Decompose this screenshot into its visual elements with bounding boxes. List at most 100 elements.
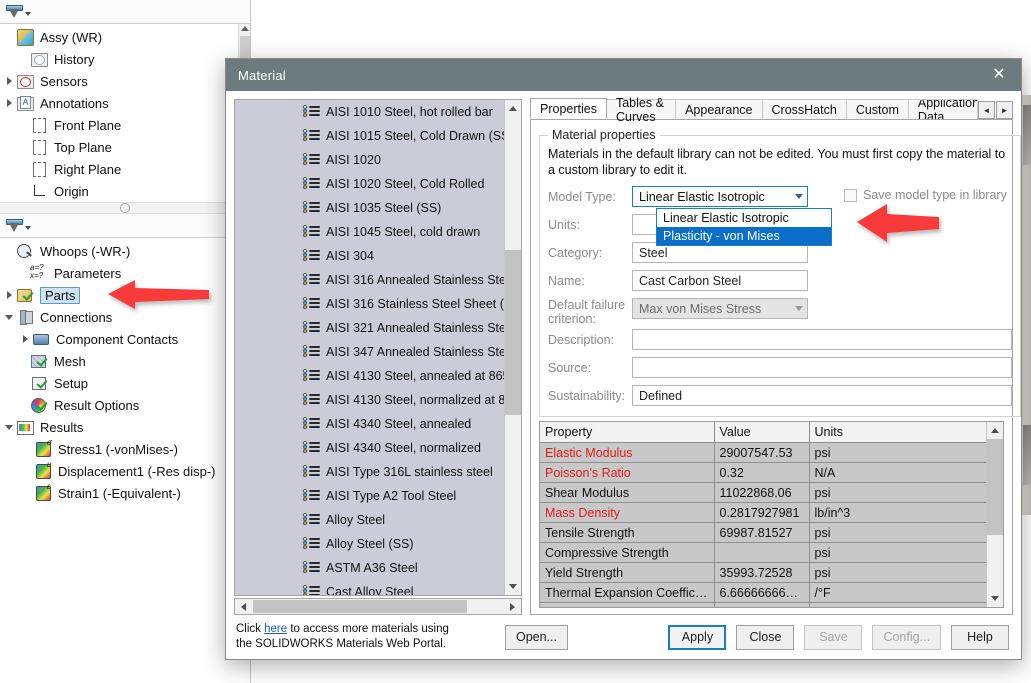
materials-web-portal-link[interactable]: here: [264, 623, 287, 635]
list-item[interactable]: AISI 4340 Steel, normalized: [235, 436, 504, 460]
cell-value[interactable]: 6.666666667e-06: [714, 582, 810, 603]
dialog-titlebar[interactable]: Material ✕: [226, 59, 1021, 91]
cell-value[interactable]: 11022868.06: [714, 482, 810, 503]
twisty-connections[interactable]: [2, 306, 16, 328]
tree-item-strain1[interactable]: ε Strain1 (-Equivalent-): [0, 482, 250, 504]
twisty-sensors[interactable]: [2, 70, 16, 92]
material-dialog[interactable]: Material ✕ AISI 1010 Steel, hot rolled b…: [225, 58, 1022, 660]
tree-item-setup[interactable]: Setup: [0, 372, 250, 394]
tab-scroll-right-button[interactable]: ►: [996, 101, 1013, 119]
tree-item-front-plane[interactable]: Front Plane: [0, 114, 250, 136]
scrollbar-thumb[interactable]: [253, 600, 467, 613]
feature-manager-panel[interactable]: Assy (WR) History Sensors Annotations: [0, 0, 251, 683]
list-item[interactable]: AISI 304: [235, 244, 504, 268]
dropdown-option-linear-elastic-isotropic[interactable]: Linear Elastic Isotropic: [657, 209, 831, 227]
tree-item-study[interactable]: Whoops (-WR-): [0, 240, 250, 262]
scroll-up-button[interactable]: [505, 100, 521, 117]
list-item[interactable]: Alloy Steel (SS): [235, 532, 504, 556]
tree-splitter-handle[interactable]: [0, 202, 250, 214]
cell-value[interactable]: 29007547.53: [714, 442, 810, 463]
table-row[interactable]: Thermal Expansion Coefficient 6.66666666…: [540, 582, 986, 603]
tree-item-assy[interactable]: Assy (WR): [0, 26, 250, 48]
help-button[interactable]: Help: [951, 624, 1009, 650]
tab-scroll-left-button[interactable]: ◄: [978, 101, 995, 119]
scroll-right-button[interactable]: [504, 599, 521, 614]
tree-item-component-contacts[interactable]: Component Contacts: [0, 328, 250, 350]
description-field[interactable]: [632, 329, 1012, 350]
sustainability-field[interactable]: Defined: [632, 385, 1012, 406]
twisty-parts[interactable]: [2, 284, 16, 306]
list-item[interactable]: ASTM A36 Steel: [235, 556, 504, 580]
tab-bar[interactable]: Properties Tables & Curves Appearance Cr…: [530, 96, 1013, 124]
tree-item-origin[interactable]: Origin: [0, 180, 250, 202]
list-item[interactable]: AISI 321 Annealed Stainless Steel (SS): [235, 316, 504, 340]
chevron-down-icon[interactable]: [25, 12, 31, 16]
tree-item-displacement1[interactable]: u Displacement1 (-Res disp-): [0, 460, 250, 482]
list-item[interactable]: AISI Type 316L stainless steel: [235, 460, 504, 484]
tree-item-right-plane[interactable]: Right Plane: [0, 158, 250, 180]
cell-value[interactable]: [714, 542, 810, 563]
material-list-vertical-scrollbar[interactable]: [504, 100, 521, 595]
list-item[interactable]: AISI 1010 Steel, hot rolled bar: [235, 100, 504, 124]
list-item[interactable]: AISI 1020 Steel, Cold Rolled: [235, 172, 504, 196]
list-item[interactable]: Alloy Steel: [235, 508, 504, 532]
scrollbar-thumb[interactable]: [505, 250, 521, 415]
twisty-results[interactable]: [2, 416, 16, 438]
tree-item-sensors[interactable]: Sensors: [0, 70, 250, 92]
cell-value[interactable]: 69987.81527: [714, 522, 810, 543]
tab-scroll-buttons[interactable]: ◄ ►: [977, 101, 1013, 119]
tab-crosshatch[interactable]: CrossHatch: [761, 99, 847, 119]
close-icon[interactable]: ✕: [977, 59, 1021, 91]
scroll-down-button[interactable]: [987, 590, 1003, 607]
name-field[interactable]: Cast Carbon Steel: [632, 270, 808, 291]
tab-properties[interactable]: Properties: [530, 98, 607, 119]
list-item[interactable]: AISI 1045 Steel, cold drawn: [235, 220, 504, 244]
tree-item-stress1[interactable]: σ Stress1 (-vonMises-): [0, 438, 250, 460]
list-item[interactable]: AISI 4130 Steel, normalized at 870C: [235, 388, 504, 412]
scroll-up-button[interactable]: [987, 422, 1003, 439]
source-field[interactable]: [632, 357, 1012, 378]
dropdown-option-plasticity-von-mises[interactable]: Plasticity - von Mises: [657, 227, 831, 245]
cell-value[interactable]: 0.000401243: [714, 602, 810, 607]
list-item[interactable]: AISI 4340 Steel, annealed: [235, 412, 504, 436]
model-type-dropdown-list[interactable]: Linear Elastic Isotropic Plasticity - vo…: [656, 208, 832, 246]
table-row[interactable]: Tensile Strength 69987.81527 psi: [540, 522, 986, 543]
tree-item-annotations[interactable]: Annotations: [0, 92, 250, 114]
material-list[interactable]: AISI 1010 Steel, hot rolled bar AISI 101…: [234, 99, 522, 596]
list-item[interactable]: AISI 316 Stainless Steel Sheet (SS): [235, 292, 504, 316]
table-row[interactable]: Poisson's Ratio 0.32 N/A: [540, 462, 986, 483]
chevron-down-icon[interactable]: [25, 226, 31, 230]
tree-item-top-plane[interactable]: Top Plane: [0, 136, 250, 158]
apply-button[interactable]: Apply: [668, 624, 727, 650]
close-button[interactable]: Close: [736, 624, 795, 650]
tree-item-result-options[interactable]: Result Options: [0, 394, 250, 416]
material-list-horizontal-scrollbar[interactable]: [234, 598, 522, 615]
table-row[interactable]: Compressive Strength psi: [540, 542, 986, 563]
twisty-annotations[interactable]: [2, 92, 16, 114]
scroll-down-button[interactable]: [505, 578, 521, 595]
scroll-up-icon[interactable]: [241, 26, 249, 31]
tab-appearance[interactable]: Appearance: [675, 99, 763, 119]
tree-filter-toolbar-bottom[interactable]: [0, 214, 250, 238]
scroll-left-button[interactable]: [235, 599, 252, 614]
twisty-component-contacts[interactable]: [18, 328, 32, 350]
table-row[interactable]: Mass Density 0.2817927981 lb/in^3: [540, 502, 986, 523]
property-table-scrollbar[interactable]: [986, 422, 1003, 607]
tree-filter-toolbar-top[interactable]: [0, 0, 250, 24]
tree-item-mesh[interactable]: Mesh: [0, 350, 250, 372]
cell-value[interactable]: 0.2817927981: [714, 502, 810, 523]
list-item[interactable]: Cast Alloy Steel: [235, 580, 504, 595]
cell-value[interactable]: 35993.72528: [714, 562, 810, 583]
list-item[interactable]: AISI 1015 Steel, Cold Drawn (SS): [235, 124, 504, 148]
model-type-select[interactable]: Linear Elastic Isotropic: [632, 186, 808, 207]
scrollbar-thumb[interactable]: [987, 439, 1003, 535]
tree-item-results[interactable]: Results: [0, 416, 250, 438]
tab-tables-curves[interactable]: Tables & Curves: [605, 96, 677, 124]
tab-custom[interactable]: Custom: [845, 99, 909, 119]
tree-item-history[interactable]: History: [0, 48, 250, 70]
filter-funnel-icon[interactable]: [6, 4, 23, 19]
failure-criterion-select[interactable]: Max von Mises Stress: [632, 298, 808, 319]
open-button[interactable]: Open...: [505, 624, 568, 650]
list-item[interactable]: AISI 1035 Steel (SS): [235, 196, 504, 220]
table-row[interactable]: Shear Modulus 11022868.06 psi: [540, 482, 986, 503]
